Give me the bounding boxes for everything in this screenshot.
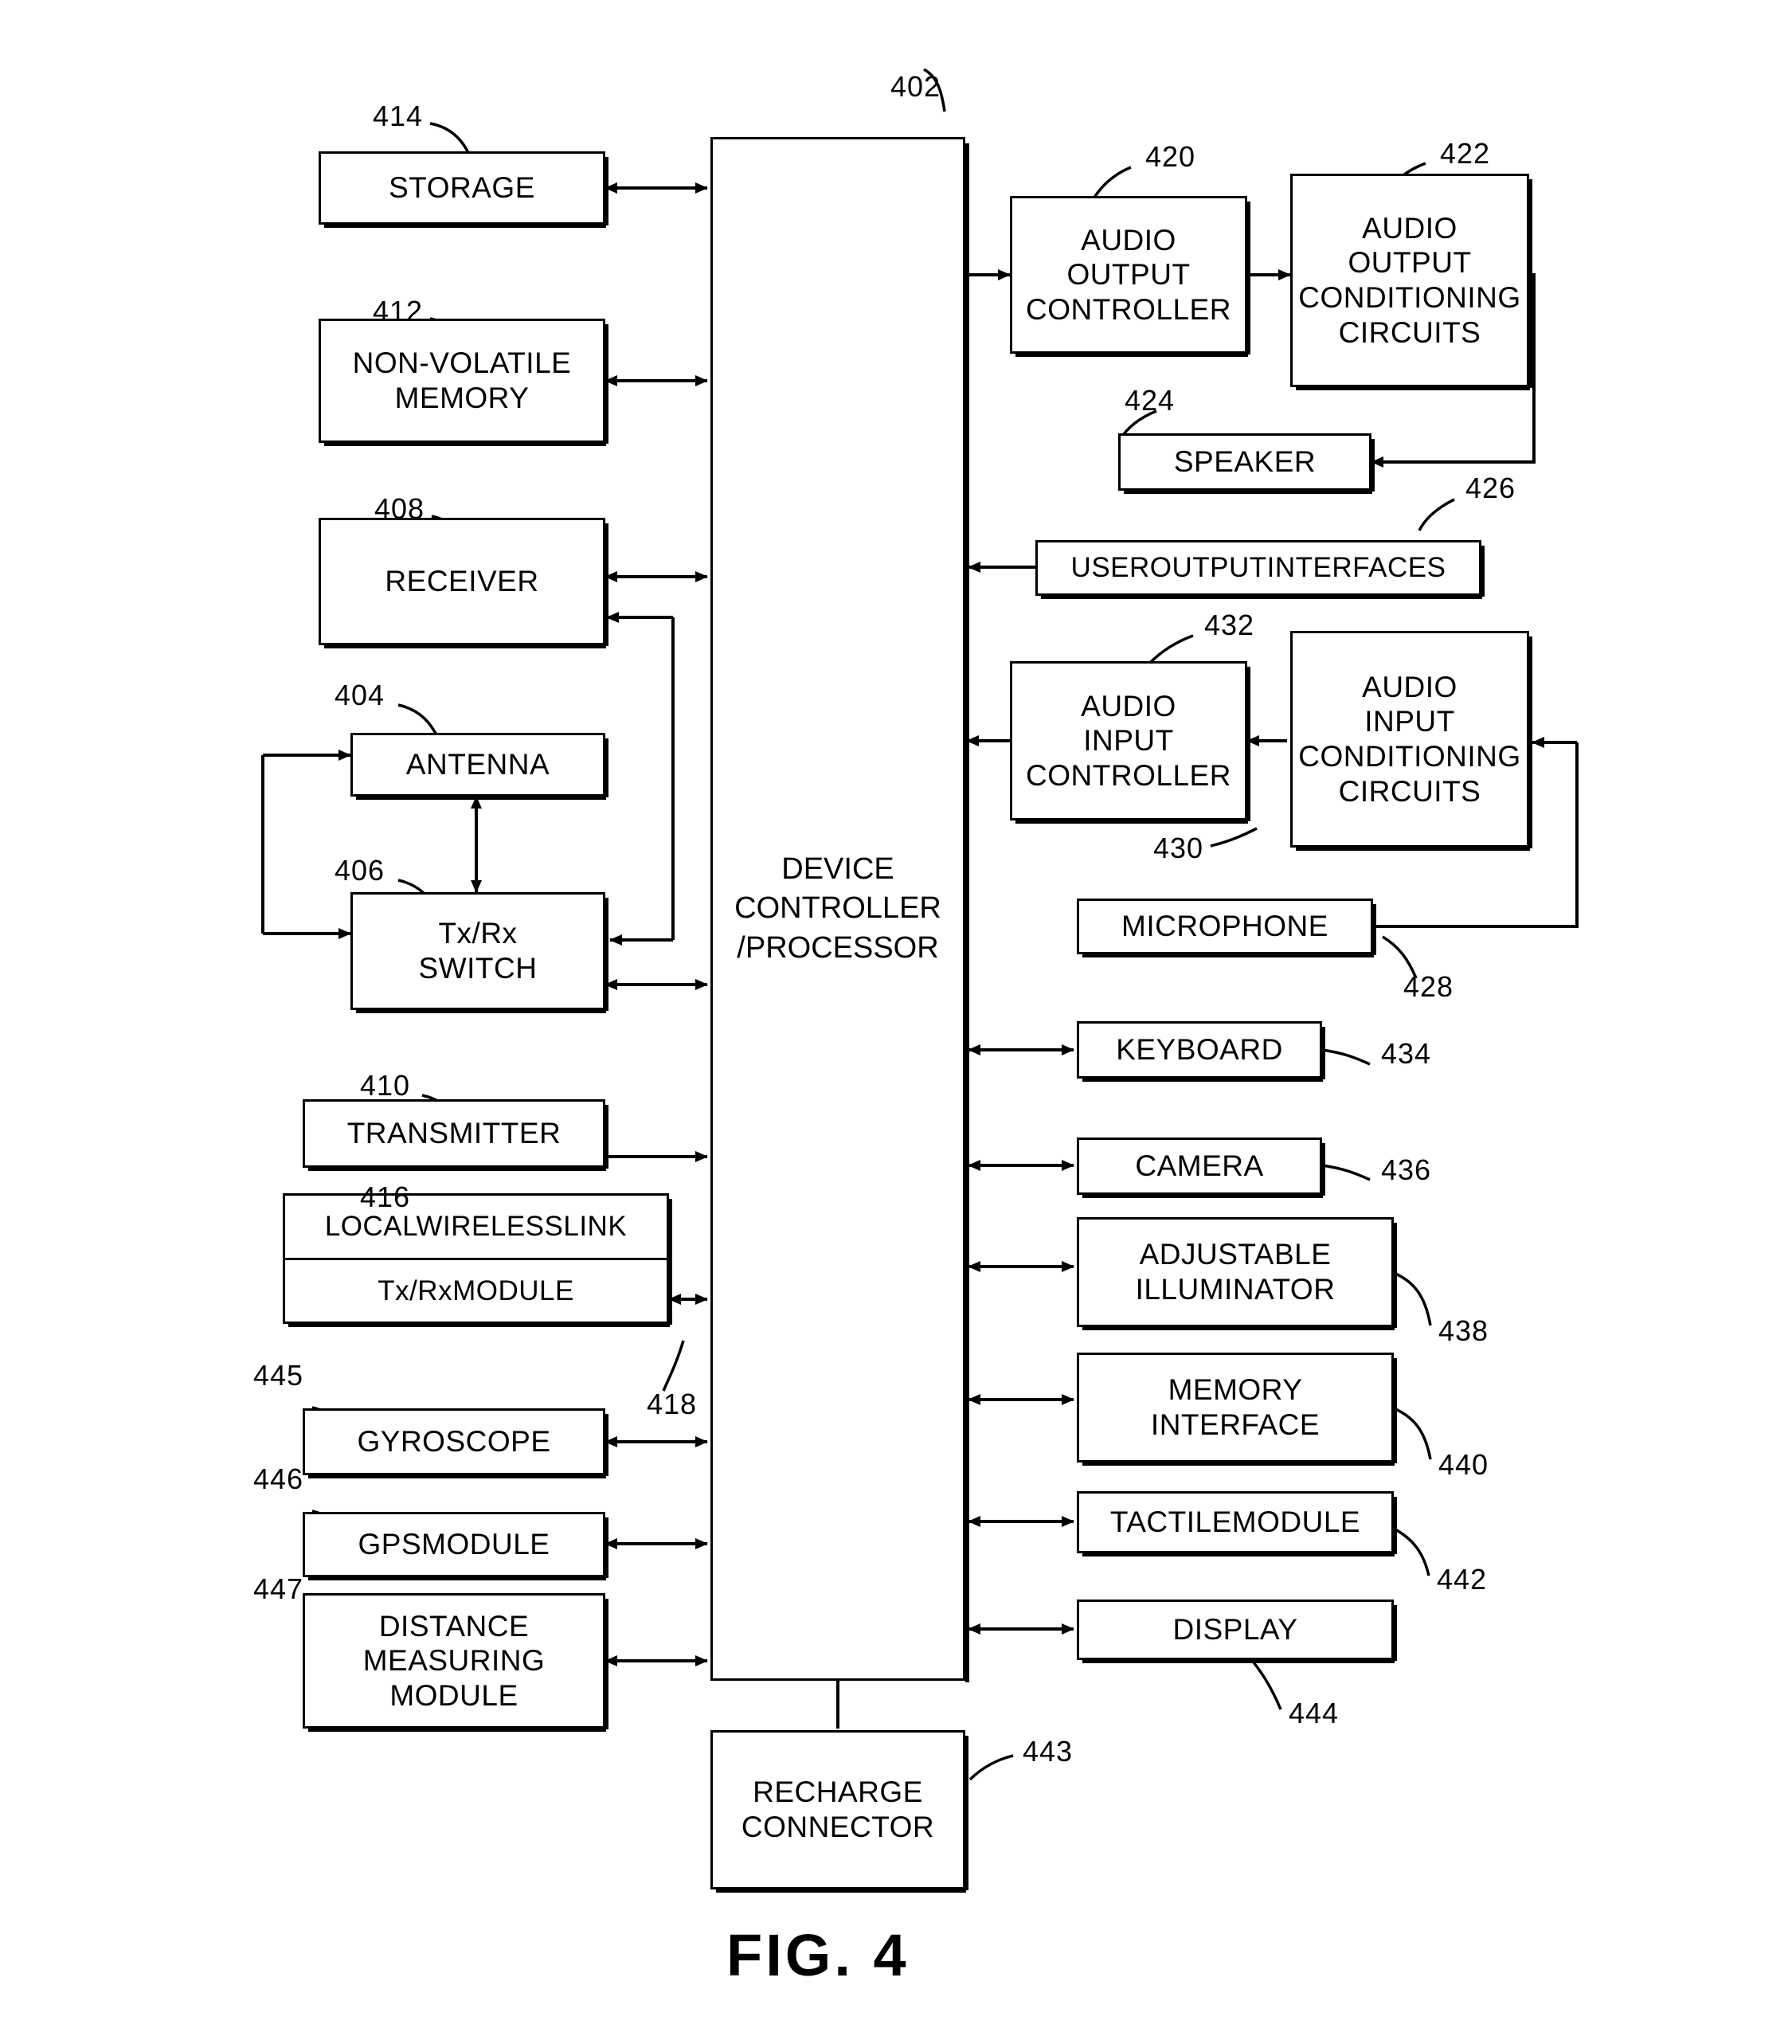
speaker-block[interactable]: SPEAKER <box>1118 433 1375 494</box>
local-wireless-link-label-top: LOCALWIRELESSLINK <box>324 1211 628 1243</box>
ref-445: 445 <box>253 1359 304 1392</box>
microphone-label: MICROPHONE <box>1121 910 1328 943</box>
ref-422: 422 <box>1440 137 1491 170</box>
ref-436: 436 <box>1381 1153 1432 1186</box>
ref-426: 426 <box>1465 472 1516 504</box>
microphone-block[interactable]: MICROPHONE <box>1077 899 1376 957</box>
ref-444: 444 <box>1289 1697 1340 1729</box>
antenna-block[interactable]: ANTENNA <box>350 733 608 800</box>
keyboard-label: KEYBOARD <box>1116 1033 1283 1067</box>
device-controller-processor-block[interactable]: DEVICE CONTROLLER /PROCESSOR <box>710 137 969 1682</box>
transmitter-label: TRANSMITTER <box>346 1117 561 1150</box>
storage-block[interactable]: STORAGE <box>319 151 608 228</box>
tx-rx-module-label: Tx/RxMODULE <box>378 1275 574 1306</box>
audio-output-conditioning-circuits-label: AUDIO OUTPUT CONDITIONING CIRCUITS <box>1298 211 1521 349</box>
distance-measuring-module-block[interactable]: DISTANCE MEASURING MODULE <box>303 1593 608 1732</box>
audio-input-conditioning-circuits-label: AUDIO INPUT CONDITIONING CIRCUITS <box>1298 670 1521 808</box>
display-block[interactable]: DISPLAY <box>1077 1600 1397 1663</box>
camera-block[interactable]: CAMERA <box>1077 1138 1325 1198</box>
audio-input-controller-label: AUDIO INPUT CONTROLLER <box>1026 689 1231 792</box>
storage-label: STORAGE <box>389 171 535 205</box>
recharge-connector-label: RECHARGE CONNECTOR <box>741 1776 935 1843</box>
user-output-interfaces-label: USEROUTPUTINTERFACES <box>1070 552 1446 584</box>
ref-406: 406 <box>335 854 385 887</box>
ref-428: 428 <box>1403 970 1454 1003</box>
ref-438: 438 <box>1438 1314 1489 1347</box>
ref-447: 447 <box>253 1572 304 1605</box>
ref-440: 440 <box>1438 1448 1489 1481</box>
tactile-module-label: TACTILEMODULE <box>1109 1506 1361 1539</box>
gps-module-label: GPSMODULE <box>358 1528 550 1561</box>
ref-404: 404 <box>335 679 385 711</box>
recharge-connector-block[interactable]: RECHARGE CONNECTOR <box>710 1730 968 1893</box>
non-volatile-memory-label: NON-VOLATILE MEMORY <box>352 347 572 414</box>
figure-label: FIG. 4 <box>726 1922 910 1988</box>
distance-measuring-module-label: DISTANCE MEASURING MODULE <box>362 1609 546 1712</box>
memory-interface-block[interactable]: MEMORY INTERFACE <box>1077 1353 1397 1466</box>
transmitter-block[interactable]: TRANSMITTER <box>303 1099 608 1171</box>
ref-424: 424 <box>1125 384 1176 417</box>
figure-canvas: DEVICE CONTROLLER /PROCESSOR 402 STORAGE… <box>0 0 1792 2044</box>
local-wireless-link-block[interactable]: LOCALWIRELESSLINK Tx/RxMODULE <box>283 1193 672 1327</box>
receiver-block[interactable]: RECEIVER <box>319 518 608 648</box>
audio-output-conditioning-circuits-block[interactable]: AUDIO OUTPUT CONDITIONING CIRCUITS <box>1290 174 1532 390</box>
ref-430: 430 <box>1153 832 1204 864</box>
tactile-module-block[interactable]: TACTILEMODULE <box>1077 1491 1397 1556</box>
display-label: DISPLAY <box>1172 1613 1298 1647</box>
audio-output-controller-label: AUDIO OUTPUT CONTROLLER <box>1026 223 1231 326</box>
ref-434: 434 <box>1381 1037 1432 1070</box>
ref-420: 420 <box>1145 140 1196 173</box>
ref-410: 410 <box>360 1069 411 1102</box>
audio-output-controller-block[interactable]: AUDIO OUTPUT CONTROLLER <box>1010 196 1250 357</box>
ref-443: 443 <box>1023 1735 1074 1768</box>
gyroscope-label: GYROSCOPE <box>357 1425 551 1459</box>
speaker-label: SPEAKER <box>1173 445 1317 479</box>
ref-418: 418 <box>647 1388 698 1420</box>
adjustable-illuminator-block[interactable]: ADJUSTABLE ILLUMINATOR <box>1077 1217 1397 1330</box>
camera-label: CAMERA <box>1135 1149 1264 1183</box>
adjustable-illuminator-label: ADJUSTABLE ILLUMINATOR <box>1135 1238 1336 1306</box>
ref-446: 446 <box>253 1463 304 1495</box>
non-volatile-memory-block[interactable]: NON-VOLATILE MEMORY <box>319 319 608 446</box>
tx-rx-switch-block[interactable]: Tx/Rx SWITCH <box>350 892 608 1013</box>
keyboard-block[interactable]: KEYBOARD <box>1077 1021 1325 1082</box>
ref-432: 432 <box>1204 609 1255 641</box>
receiver-label: RECEIVER <box>385 565 539 598</box>
tx-rx-switch-label: Tx/Rx SWITCH <box>418 917 538 985</box>
memory-interface-label: MEMORY INTERFACE <box>1150 1373 1321 1441</box>
audio-input-conditioning-circuits-block[interactable]: AUDIO INPUT CONDITIONING CIRCUITS <box>1290 631 1532 851</box>
user-output-interfaces-block[interactable]: USEROUTPUTINTERFACES <box>1035 540 1485 599</box>
antenna-label: ANTENNA <box>405 748 550 781</box>
gyroscope-block[interactable]: GYROSCOPE <box>303 1408 608 1478</box>
ref-416: 416 <box>360 1181 411 1213</box>
ref-408: 408 <box>374 492 425 525</box>
ref-402: 402 <box>890 70 941 103</box>
audio-input-controller-block[interactable]: AUDIO INPUT CONTROLLER <box>1010 661 1250 824</box>
device-controller-processor-label: DEVICE CONTROLLER /PROCESSOR <box>734 852 941 965</box>
ref-442: 442 <box>1437 1563 1488 1596</box>
ref-412: 412 <box>373 295 424 327</box>
gps-module-block[interactable]: GPSMODULE <box>303 1512 608 1580</box>
ref-414: 414 <box>373 100 424 132</box>
